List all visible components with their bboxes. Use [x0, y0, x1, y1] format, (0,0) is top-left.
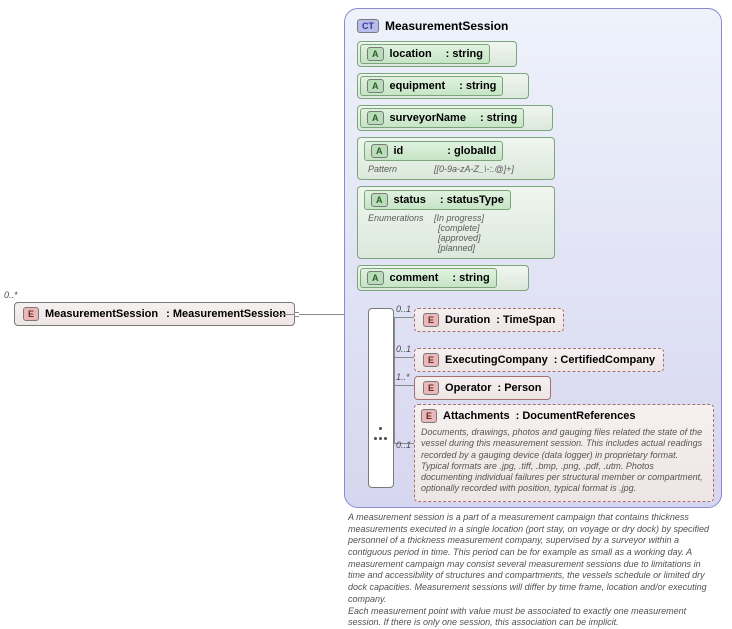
element-tag-icon: E — [423, 381, 439, 395]
element-measurement-session[interactable]: E MeasurementSession : MeasurementSessio… — [14, 302, 295, 326]
mult-attachments: 0..1 — [396, 440, 411, 450]
sequence-compositor-icon — [368, 308, 394, 488]
attr-comment[interactable]: A comment : string — [357, 265, 529, 291]
mult-duration: 0..1 — [396, 304, 411, 314]
attr-status-enums: Enumerations[In progress] [complete] [ap… — [364, 213, 548, 253]
element-operator[interactable]: E Operator : Person — [414, 376, 551, 400]
attr-id-pattern: Pattern[[0-9a-zA-Z_\-:.@]+] — [364, 164, 548, 174]
attr-tag-icon: A — [367, 79, 384, 93]
attr-name: comment — [390, 272, 439, 284]
attr-location[interactable]: A location : string — [357, 41, 517, 67]
mult-root: 0..* — [4, 290, 18, 300]
element-tag-icon: E — [421, 409, 437, 423]
element-duration[interactable]: E Duration : TimeSpan — [414, 308, 564, 332]
attr-equipment[interactable]: A equipment : string — [357, 73, 529, 99]
attr-name: equipment — [390, 80, 446, 92]
mult-executing-company: 0..1 — [396, 344, 411, 354]
element-tag-icon: E — [23, 307, 39, 321]
element-type: : Person — [497, 382, 541, 394]
attr-name: surveyorName — [390, 112, 466, 124]
element-executing-company[interactable]: E ExecutingCompany : CertifiedCompany — [414, 348, 664, 372]
attr-name: status — [394, 194, 426, 206]
element-tag-icon: E — [423, 313, 439, 327]
element-type: : DocumentReferences — [516, 410, 636, 422]
element-tag-icon: E — [423, 353, 439, 367]
element-type: : CertifiedCompany — [554, 354, 655, 366]
attr-tag-icon: A — [371, 144, 388, 158]
ct-tag-icon: CT — [357, 19, 379, 33]
element-name: ExecutingCompany — [445, 354, 548, 366]
element-name: Operator — [445, 382, 491, 394]
attr-tag-icon: A — [367, 111, 384, 125]
attr-status[interactable]: A status : statusType Enumerations[In pr… — [357, 186, 555, 259]
attr-name: id — [394, 145, 404, 157]
attr-type: : string — [446, 48, 483, 60]
attr-type: : string — [459, 80, 496, 92]
attr-surveyor-name[interactable]: A surveyorName : string — [357, 105, 553, 131]
attr-id[interactable]: A id : globalId Pattern[[0-9a-zA-Z_\-:.@… — [357, 137, 555, 180]
ct-title-row: CT MeasurementSession — [357, 19, 709, 33]
element-name: Attachments — [443, 410, 510, 422]
element-attachments[interactable]: E Attachments : DocumentReferences Docum… — [414, 404, 714, 502]
element-type: : TimeSpan — [496, 314, 555, 326]
element-type: : MeasurementSession — [166, 308, 286, 320]
mult-operator: 1..* — [396, 372, 410, 382]
attr-name: location — [390, 48, 432, 60]
attr-type: : string — [480, 112, 517, 124]
attr-type: : string — [452, 272, 489, 284]
element-name: MeasurementSession — [45, 308, 158, 320]
attr-tag-icon: A — [367, 47, 384, 61]
ct-description: A measurement session is a part of a mea… — [348, 512, 720, 629]
attr-type: : globalId — [447, 145, 496, 157]
attr-tag-icon: A — [371, 193, 388, 207]
ct-title: MeasurementSession — [385, 19, 508, 33]
attachments-description: Documents, drawings, photos and gauging … — [421, 427, 707, 495]
attr-tag-icon: A — [367, 271, 384, 285]
element-name: Duration — [445, 314, 490, 326]
attr-type: : statusType — [440, 194, 504, 206]
